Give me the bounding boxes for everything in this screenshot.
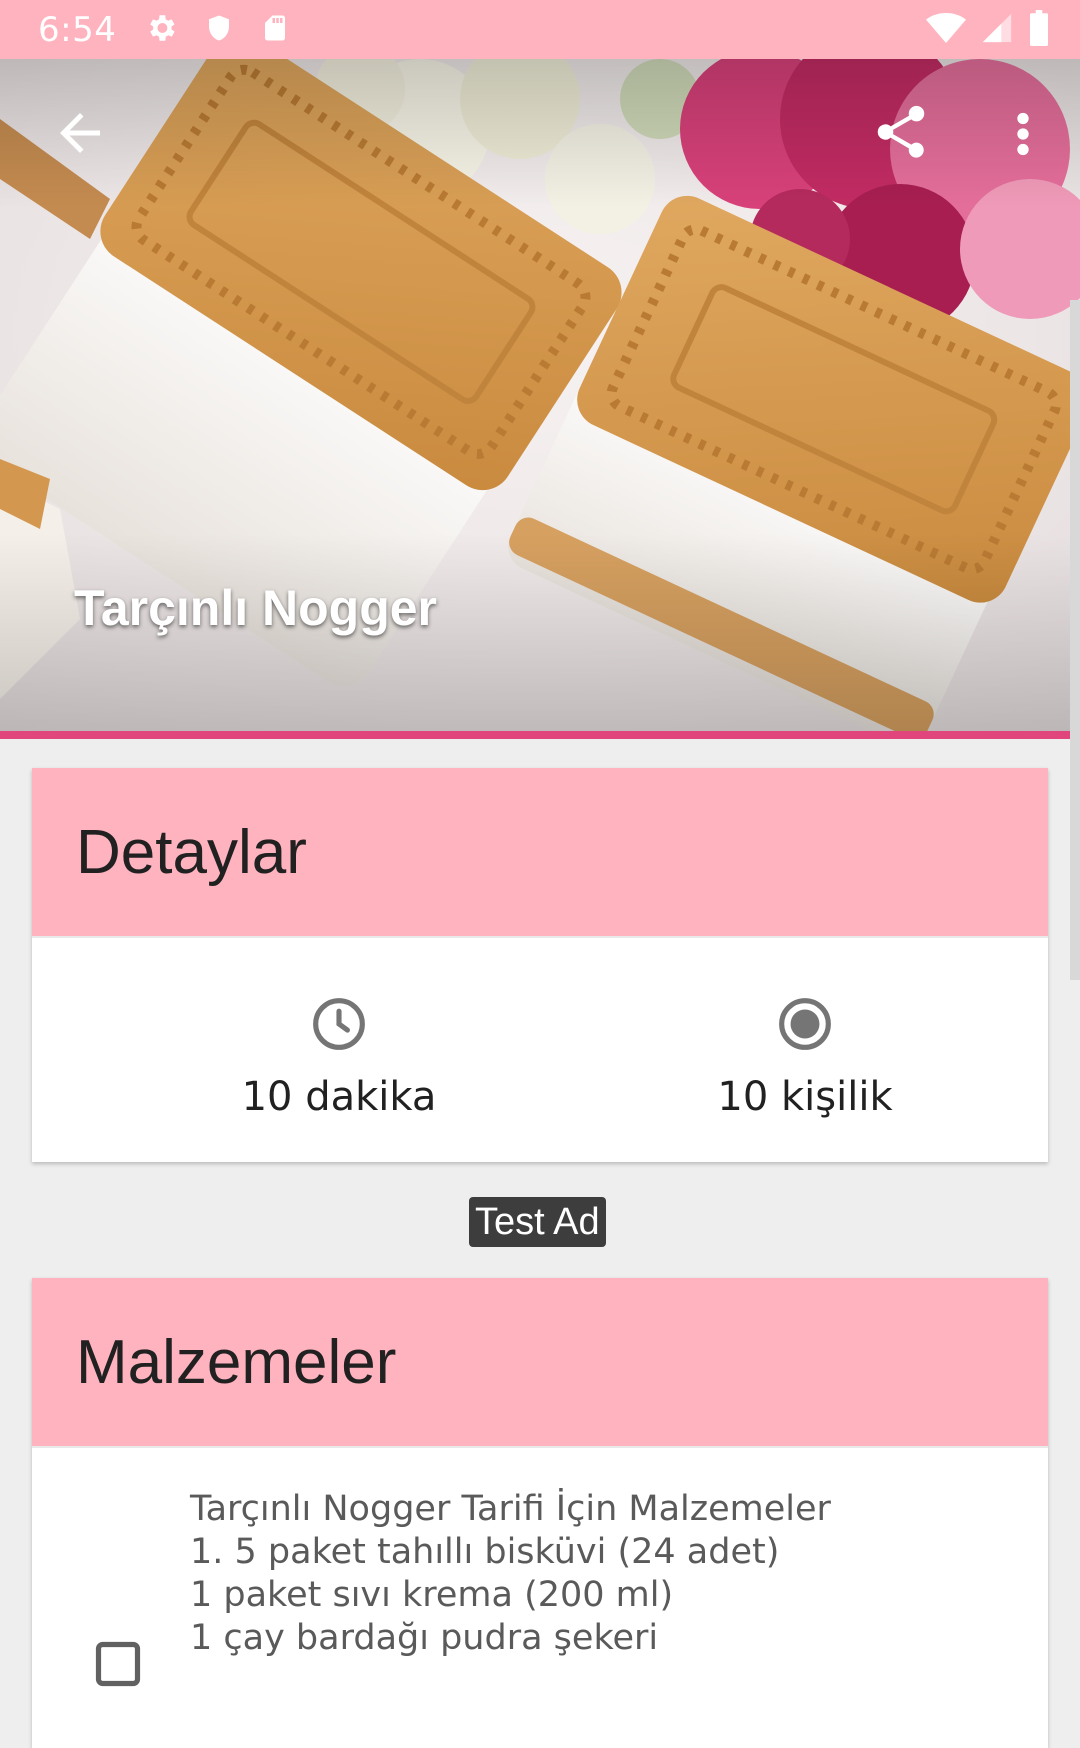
ingredients-title: Malzemeler [76, 1327, 397, 1397]
sd-card-icon [260, 11, 290, 49]
scrollbar[interactable] [1070, 300, 1080, 980]
ingredients-card: Malzemeler Tarçınlı Nogger Tarifi İçin M… [32, 1278, 1048, 1748]
signal-icon [980, 11, 1014, 49]
ingredients-card-header: Malzemeler [32, 1278, 1048, 1448]
ingredients-body: Tarçınlı Nogger Tarifi İçin Malzemeler 1… [32, 1448, 1048, 1748]
details-card: Detaylar 10 dakika 10 kişilik [32, 768, 1048, 1162]
back-button[interactable] [50, 103, 110, 163]
ingredients-list: Tarçınlı Nogger Tarifi İçin Malzemeler 1… [190, 1489, 831, 1658]
details-title: Detaylar [76, 817, 307, 887]
checkbox-icon[interactable] [92, 1638, 144, 1694]
arrow-back-icon [50, 113, 110, 167]
share-button[interactable] [870, 101, 932, 163]
shield-icon [204, 11, 234, 49]
recipe-hero-image: Tarçınlı Nogger [0, 59, 1080, 736]
battery-icon [1028, 9, 1050, 50]
settings-icon [144, 11, 178, 49]
status-time: 6:54 [38, 9, 117, 50]
details-body: 10 dakika 10 kişilik [32, 938, 1048, 1162]
prep-time: 10 dakika [139, 996, 539, 1120]
wifi-icon [926, 11, 966, 49]
test-ad-badge[interactable]: Test Ad [469, 1197, 606, 1247]
details-card-header: Detaylar [32, 768, 1048, 938]
servings: 10 kişilik [605, 996, 1005, 1120]
recipe-title: Tarçınlı Nogger [74, 580, 438, 636]
prep-time-value: 10 dakika [241, 1074, 437, 1120]
status-bar: 6:54 [0, 0, 1080, 59]
servings-value: 10 kişilik [717, 1074, 893, 1120]
more-options-button[interactable] [1000, 103, 1046, 165]
header-divider [0, 731, 1080, 739]
radio-circle-icon [777, 998, 833, 1056]
share-icon [870, 105, 932, 167]
clock-icon [311, 998, 367, 1056]
more-vert-icon [1000, 112, 1046, 169]
